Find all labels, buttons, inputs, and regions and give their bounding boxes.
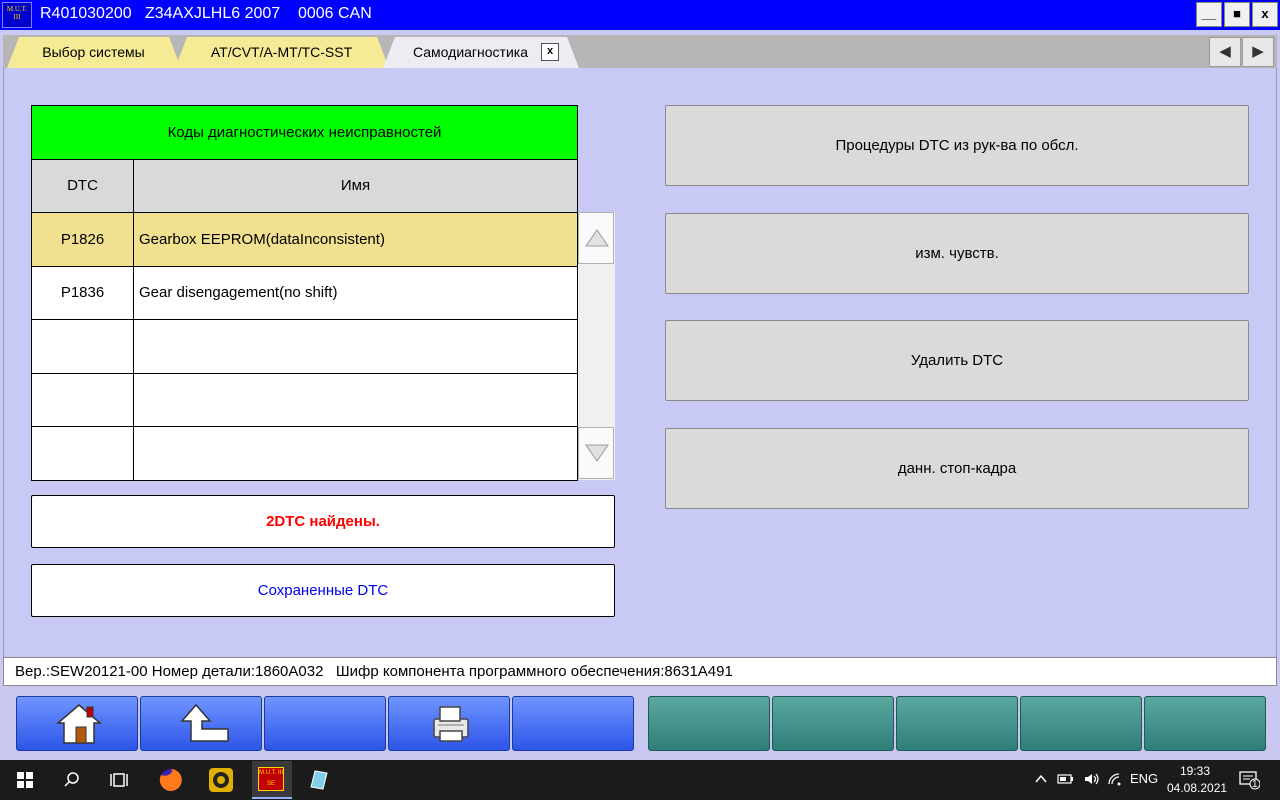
home-button[interactable] <box>16 696 138 751</box>
table-header-row: DTC Имя <box>31 158 578 213</box>
notification-count: 1 <box>1252 779 1258 790</box>
change-sensitivity-button[interactable]: изм. чувств. <box>665 213 1249 294</box>
task-view-icon[interactable] <box>104 765 134 795</box>
dtc-code <box>31 372 134 427</box>
function-button-4[interactable] <box>1020 696 1142 751</box>
bottom-toolbar <box>0 686 1280 760</box>
clock-time[interactable]: 19:33 <box>1180 764 1210 778</box>
freeze-frame-button[interactable]: данн. стоп-кадра <box>665 428 1249 509</box>
function-button-3[interactable] <box>896 696 1018 751</box>
arrow-down-icon <box>585 444 609 462</box>
dtc-name <box>133 426 578 481</box>
dtc-name: Gearbox EEPROM(dataInconsistent) <box>133 212 578 267</box>
tab-next-button[interactable]: ▶ <box>1242 37 1274 67</box>
mut-app-icon: M.U.T. III SE <box>258 767 284 791</box>
function-button-2[interactable] <box>772 696 894 751</box>
app-icon-gold[interactable] <box>206 765 236 795</box>
table-row[interactable] <box>31 319 578 374</box>
maximize-button[interactable]: ■ <box>1224 2 1250 27</box>
app-logo-icon: M.U.T. III <box>2 2 32 28</box>
column-header-dtc: DTC <box>31 158 134 213</box>
dtc-table: Коды диагностических неисправностей DTC … <box>31 105 578 481</box>
dtc-name <box>133 372 578 427</box>
tab-prev-button[interactable]: ◀ <box>1209 37 1241 67</box>
tab-system-select[interactable]: Выбор системы <box>7 37 181 68</box>
scroll-down-button[interactable] <box>578 427 614 479</box>
windows-start-icon[interactable] <box>10 765 40 795</box>
dtc-code <box>31 426 134 481</box>
table-row[interactable]: P1836 Gear disengagement(no shift) <box>31 265 578 320</box>
column-header-name: Имя <box>133 158 578 213</box>
battery-icon[interactable] <box>1057 772 1075 786</box>
table-row[interactable] <box>31 372 578 427</box>
tab-label: Выбор системы <box>42 44 145 60</box>
close-window-button[interactable]: x <box>1252 2 1278 27</box>
app-icon-teal[interactable] <box>303 765 333 795</box>
dtc-code <box>31 319 134 374</box>
language-indicator[interactable]: ENG <box>1130 771 1158 786</box>
function-button-5[interactable] <box>1144 696 1266 751</box>
printer-icon <box>433 706 469 742</box>
chevron-right-icon: ▶ <box>1252 43 1264 60</box>
volume-icon[interactable] <box>1083 772 1101 786</box>
table-row[interactable] <box>31 426 578 481</box>
back-icon <box>180 703 229 742</box>
mut-taskbar-button[interactable]: M.U.T. III SE <box>252 761 292 799</box>
search-icon[interactable] <box>57 765 87 795</box>
title-bar: M.U.T. III R401030200 Z34AXJLHL6 2007 00… <box>0 0 1280 30</box>
clock-date[interactable]: 04.08.2021 <box>1167 781 1227 795</box>
dtc-code: P1826 <box>31 212 134 267</box>
tab-bar: Выбор системы AT/CVT/A-MT/TC-SST Самодиа… <box>3 35 1277 68</box>
delete-dtc-button[interactable]: Удалить DTC <box>665 320 1249 401</box>
toolbar-button-empty-2[interactable] <box>512 696 634 751</box>
dtc-found-status: 2DTC найдены. <box>31 495 615 548</box>
dtc-procedures-button[interactable]: Процедуры DTC из рук-ва по обсл. <box>665 105 1249 186</box>
scroll-up-button[interactable] <box>578 212 614 264</box>
back-button[interactable] <box>140 696 262 751</box>
chevron-left-icon: ◀ <box>1219 43 1231 60</box>
wifi-icon[interactable] <box>1107 772 1123 786</box>
print-button[interactable] <box>388 696 510 751</box>
tab-close-button[interactable]: x <box>541 43 559 61</box>
tab-label: AT/CVT/A-MT/TC-SST <box>210 44 353 60</box>
dtc-name: Gear disengagement(no shift) <box>133 265 578 320</box>
arrow-up-icon <box>585 229 609 247</box>
chevron-up-icon[interactable] <box>1034 772 1048 786</box>
window-title: R401030200 Z34AXJLHL6 2007 0006 CAN <box>40 5 372 22</box>
taskbar: M.U.T. III SE ENG 19:33 04.08.2021 1 <box>0 760 1280 800</box>
tab-label: Самодиагностика <box>413 44 529 60</box>
table-row[interactable]: P1826 Gearbox EEPROM(dataInconsistent) <box>31 212 578 267</box>
home-icon <box>56 704 102 744</box>
toolbar-button-empty-1[interactable] <box>264 696 386 751</box>
table-title-row: Коды диагностических неисправностей <box>31 105 578 160</box>
version-info: Вер.:SEW20121-00 Номер детали:1860A032 Ш… <box>3 657 1277 686</box>
minimize-button[interactable]: __ <box>1196 2 1222 27</box>
function-button-1[interactable] <box>648 696 770 751</box>
table-title: Коды диагностических неисправностей <box>31 105 578 160</box>
dtc-name <box>133 319 578 374</box>
firefox-icon[interactable] <box>156 765 186 795</box>
tab-transmission[interactable]: AT/CVT/A-MT/TC-SST <box>175 37 389 68</box>
app-logo-text: M.U.T. III <box>6 5 28 21</box>
saved-dtc-button[interactable]: Сохраненные DTC <box>31 564 615 617</box>
dtc-code: P1836 <box>31 265 134 320</box>
